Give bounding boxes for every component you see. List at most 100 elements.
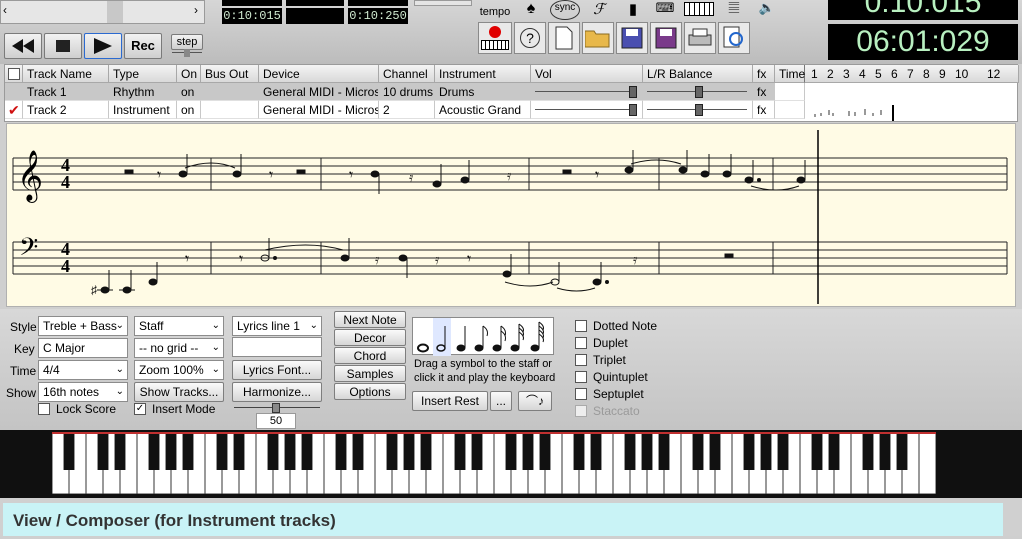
select-all-column[interactable] xyxy=(5,65,23,83)
track-overview[interactable] xyxy=(805,83,1019,121)
insert-rest-button[interactable]: Insert Rest xyxy=(412,391,488,411)
track-2-balance-slider[interactable] xyxy=(643,101,753,119)
black-key[interactable] xyxy=(624,432,636,470)
step-slider-thumb[interactable] xyxy=(184,49,190,57)
track-2-device[interactable]: General MIDI - Microso xyxy=(259,101,379,119)
sync-button[interactable]: sync xyxy=(550,0,580,20)
piano-keys[interactable] xyxy=(51,431,937,495)
save-as-button[interactable] xyxy=(650,22,682,54)
tempo-button[interactable]: tempo xyxy=(478,0,512,20)
lock-score-checkbox[interactable] xyxy=(38,403,50,415)
rewind-button[interactable] xyxy=(4,33,42,59)
staff-view-icon[interactable]: 𝄚 xyxy=(718,0,750,18)
tie-button[interactable]: ⌒♪ xyxy=(518,391,552,411)
black-key[interactable] xyxy=(420,432,432,470)
track-1-name[interactable]: Track 1 xyxy=(23,83,109,101)
track-1-channel[interactable]: 10 drums xyxy=(379,83,435,101)
black-key[interactable] xyxy=(403,432,415,470)
print-preview-button[interactable] xyxy=(718,22,750,54)
track-2-volume-slider[interactable] xyxy=(531,101,643,119)
track-1-on[interactable]: on xyxy=(177,83,201,101)
black-key[interactable] xyxy=(879,432,891,470)
black-key[interactable] xyxy=(641,432,653,470)
header-lr-balance[interactable]: L/R Balance xyxy=(643,65,753,83)
black-key[interactable] xyxy=(471,432,483,470)
options-button[interactable]: Options xyxy=(334,383,406,400)
track-2-channel[interactable]: 2 xyxy=(379,101,435,119)
metronome-icon[interactable]: ♠ xyxy=(518,0,544,18)
black-key[interactable] xyxy=(828,432,840,470)
black-key[interactable] xyxy=(777,432,789,470)
staff-select[interactable]: Staff ⌄ xyxy=(134,316,224,336)
treble-notes[interactable]: 𝄾 𝄾 𝄾 𝄿 𝄿 𝄾 xyxy=(124,150,806,194)
more-button[interactable]: ... xyxy=(490,391,512,411)
dotted-note-checkbox[interactable] xyxy=(575,320,587,332)
track-1-volume-slider[interactable] xyxy=(531,83,643,101)
black-key[interactable] xyxy=(811,432,823,470)
header-channel[interactable]: Channel xyxy=(379,65,435,83)
bass-notes[interactable]: ♯ 𝄾 𝄾 𝄿 𝄿 𝄾 𝄿 xyxy=(91,238,734,297)
harmonize-button[interactable]: Harmonize... xyxy=(232,382,322,402)
loop-end-time[interactable]: 0:10:250 xyxy=(348,8,408,24)
step-button[interactable]: step xyxy=(171,34,203,50)
piano-view-icon[interactable] xyxy=(684,2,714,16)
white-key[interactable] xyxy=(918,431,937,495)
track-1-balance-slider[interactable] xyxy=(643,83,753,101)
track-2-on[interactable]: on xyxy=(177,101,201,119)
black-key[interactable] xyxy=(743,432,755,470)
grid-select[interactable]: -- no grid -- ⌄ xyxy=(134,338,224,358)
zoom-select[interactable]: Zoom 100% ⌄ xyxy=(134,360,224,380)
black-key[interactable] xyxy=(454,432,466,470)
volume-icon[interactable]: 🔈 xyxy=(756,0,778,18)
black-key[interactable] xyxy=(216,432,228,470)
header-fx[interactable]: fx xyxy=(753,65,775,83)
black-key[interactable] xyxy=(573,432,585,470)
next-note-button[interactable]: Next Note xyxy=(334,311,406,328)
mixer-icon[interactable]: ▮ xyxy=(620,0,646,18)
tempo-slider[interactable] xyxy=(234,403,320,413)
black-key[interactable] xyxy=(896,432,908,470)
song-position-bar[interactable]: ‹ › xyxy=(0,0,205,24)
track-1-bus[interactable] xyxy=(201,83,259,101)
score-editor[interactable]: 𝄞 𝄢 4 4 4 4 𝄾 𝄾 𝄾 𝄿 𝄿 𝄾 ♯ 𝄾 𝄾 𝄿 𝄿 𝄾 𝄿 xyxy=(6,123,1016,307)
septuplet-checkbox[interactable] xyxy=(575,388,587,400)
measure-ruler[interactable]: 1 2 3 4 5 6 7 8 9 10 12 xyxy=(805,65,1019,83)
track-2-type[interactable]: Instrument xyxy=(109,101,177,119)
header-bus-out[interactable]: Bus Out xyxy=(201,65,259,83)
save-button[interactable] xyxy=(616,22,648,54)
chord-button[interactable]: Chord xyxy=(334,347,406,364)
insert-mode-checkbox[interactable]: ✓ xyxy=(134,403,146,415)
quintuplet-checkbox[interactable] xyxy=(575,371,587,383)
black-key[interactable] xyxy=(335,432,347,470)
show-select[interactable]: 16th notes ⌄ xyxy=(38,382,128,402)
decor-button[interactable]: Decor xyxy=(334,329,406,346)
track-1-device[interactable]: General MIDI - Microso xyxy=(259,83,379,101)
style-select[interactable]: Treble + Bass ⌄ xyxy=(38,316,128,336)
chevron-left-icon[interactable]: ‹ xyxy=(3,3,7,17)
black-key[interactable] xyxy=(148,432,160,470)
show-tracks-button[interactable]: Show Tracks... xyxy=(134,382,224,402)
stop-button[interactable] xyxy=(44,33,82,59)
time-select[interactable]: 4/4 ⌄ xyxy=(38,360,128,380)
track-2-balance-thumb[interactable] xyxy=(695,104,703,116)
track-2-instrument[interactable]: Acoustic Grand xyxy=(435,101,531,119)
header-on[interactable]: On xyxy=(177,65,201,83)
track-1-fx[interactable]: fx xyxy=(753,83,775,101)
loop-start-time[interactable]: 0:10:015 xyxy=(222,8,282,24)
print-button[interactable] xyxy=(684,22,716,54)
header-device[interactable]: Device xyxy=(259,65,379,83)
new-file-button[interactable] xyxy=(548,22,580,54)
black-key[interactable] xyxy=(539,432,551,470)
black-key[interactable] xyxy=(352,432,364,470)
black-key[interactable] xyxy=(862,432,874,470)
lyrics-input[interactable] xyxy=(232,337,322,357)
black-key[interactable] xyxy=(233,432,245,470)
black-key[interactable] xyxy=(267,432,279,470)
effects-icon[interactable]: ℱ xyxy=(586,0,612,18)
tempo-slider-thumb[interactable] xyxy=(272,403,280,413)
black-key[interactable] xyxy=(301,432,313,470)
keyboard-edit-icon[interactable]: ⌨ xyxy=(652,0,678,18)
black-key[interactable] xyxy=(590,432,602,470)
black-key[interactable] xyxy=(165,432,177,470)
track-2-bus[interactable] xyxy=(201,101,259,119)
